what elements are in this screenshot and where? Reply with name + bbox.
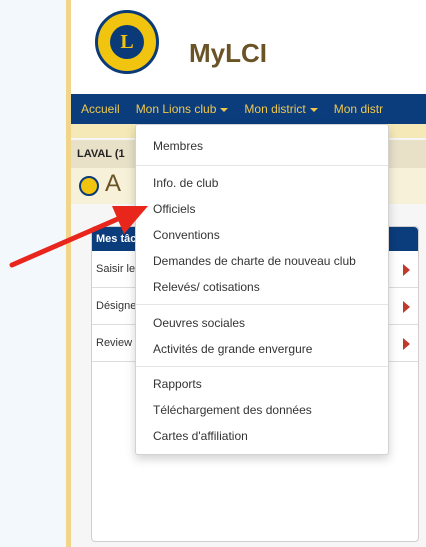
pointer-arrow-icon	[9, 206, 148, 268]
